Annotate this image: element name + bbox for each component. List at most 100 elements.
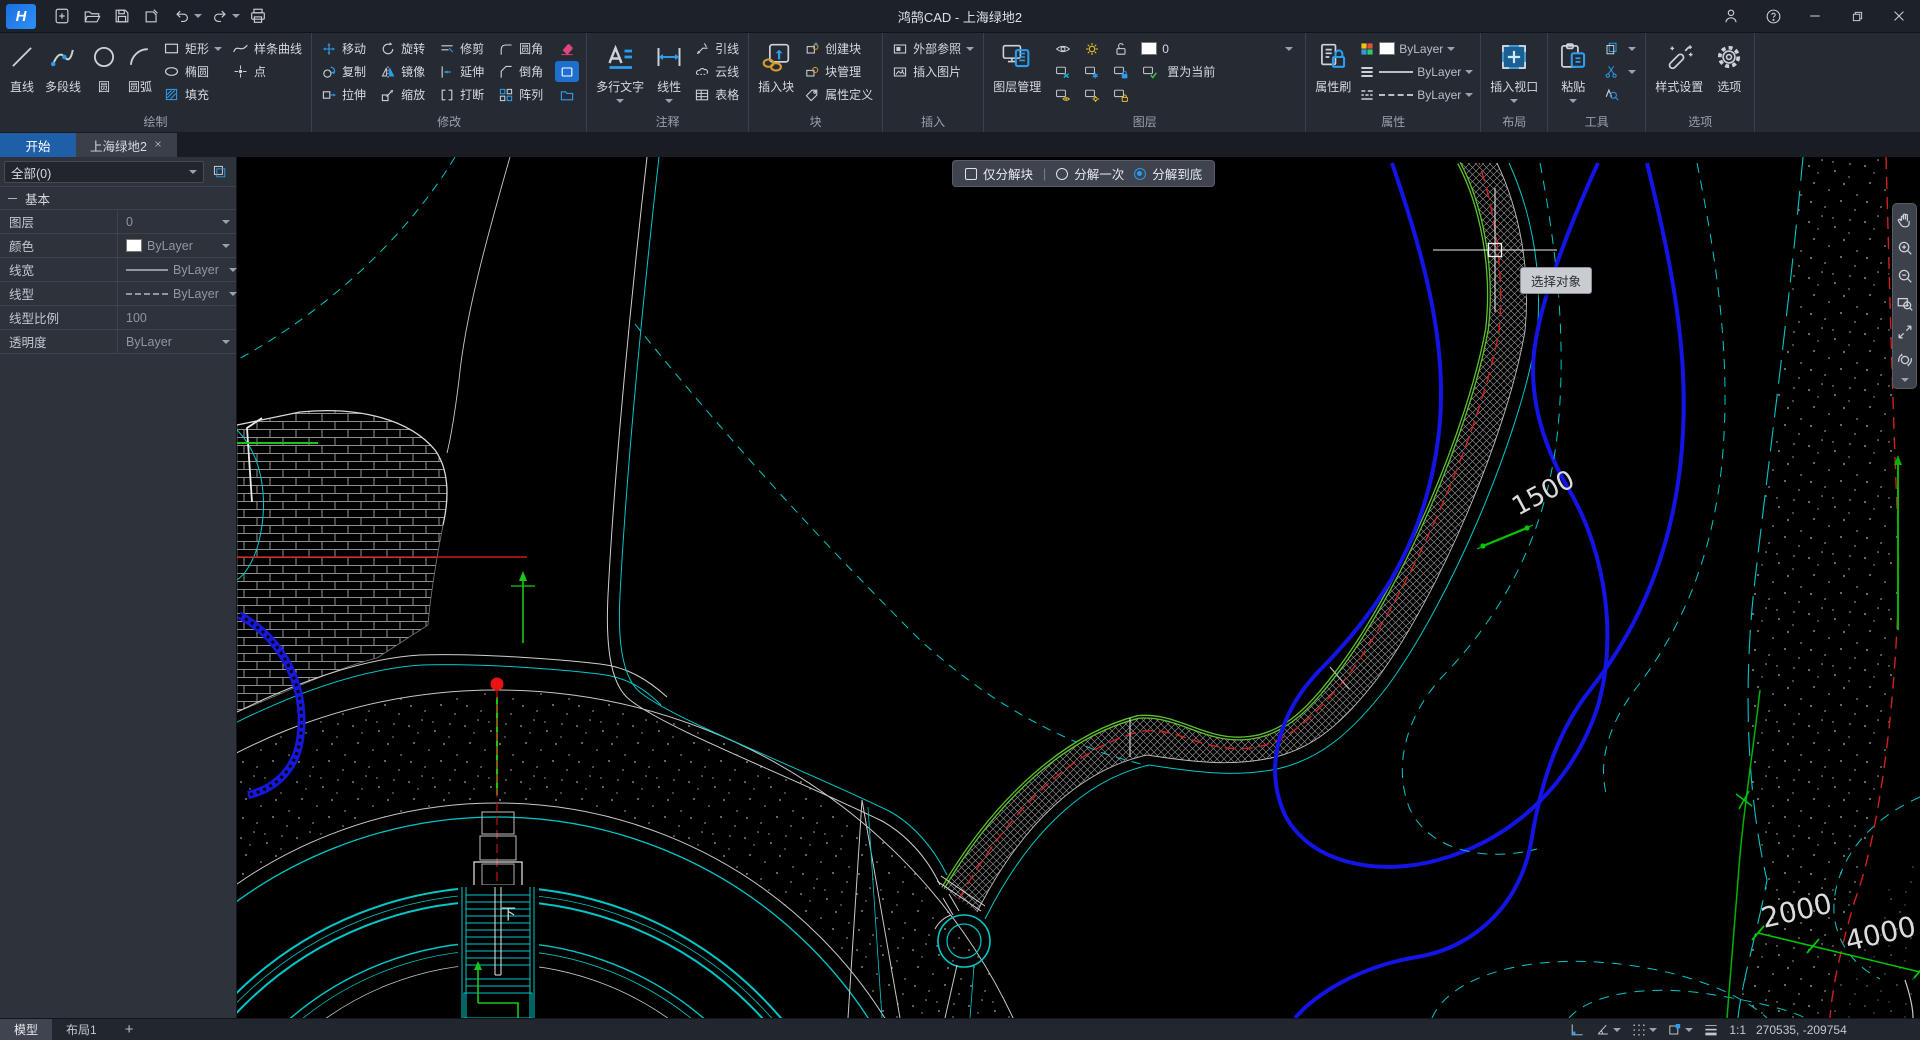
orbit-button[interactable] — [1895, 350, 1914, 369]
lineweight-toggle[interactable] — [1703, 1022, 1719, 1038]
chamfer-button[interactable]: 倒角 — [496, 61, 545, 82]
layer-manager-button[interactable]: 图层管理 — [991, 38, 1043, 116]
prop-value-linetype[interactable]: ByLayer — [118, 282, 243, 305]
viewport-caret-icon[interactable] — [1510, 99, 1518, 103]
ortho-toggle[interactable] — [1569, 1022, 1585, 1038]
revcloud-button[interactable]: 云线 — [692, 61, 741, 82]
annotation-scale[interactable]: 1:1 — [1729, 1023, 1746, 1037]
drawing-canvas[interactable]: 下 1500 2000 4000 仅分解块 | 分解一次 分解到底 选择 — [237, 157, 1920, 1018]
insert-block-button[interactable]: 插入块 — [756, 38, 796, 116]
rotate-button[interactable]: 旋转 — [378, 38, 427, 59]
explode-only-block-checkbox[interactable]: 仅分解块 — [965, 164, 1033, 183]
block-manager-button[interactable]: 块管理 — [802, 61, 875, 82]
help-button[interactable] — [1752, 0, 1794, 32]
hatch-button[interactable]: 填充 — [161, 84, 224, 105]
minimize-button[interactable] — [1794, 0, 1836, 32]
arc-button[interactable]: 圆弧 — [125, 38, 155, 116]
linear-dim-caret-icon[interactable] — [665, 99, 673, 103]
fillet-button[interactable]: 圆角 — [496, 38, 545, 59]
group-button[interactable] — [555, 84, 579, 105]
grid-snap-toggle[interactable] — [1631, 1022, 1657, 1038]
leader-button[interactable]: 引线 — [692, 38, 741, 59]
layer-brightness-button[interactable] — [1080, 38, 1104, 59]
user-account-button[interactable] — [1710, 0, 1752, 32]
layout1-tab[interactable]: 布局1 — [52, 1019, 111, 1040]
scale-button[interactable]: 缩放 — [378, 84, 427, 105]
erase-button[interactable] — [555, 38, 579, 59]
paste-button[interactable]: 粘贴 — [1555, 38, 1591, 116]
tab-drawing[interactable]: 上海绿地2 — [76, 133, 177, 157]
mtext-button[interactable]: 多行文字 — [594, 38, 646, 116]
undo-button[interactable] — [170, 4, 194, 28]
pan-button[interactable] — [1895, 210, 1914, 229]
copy-clip-caret-icon[interactable] — [1628, 47, 1636, 51]
tab-start[interactable]: 开始 — [0, 133, 76, 157]
paste-caret-icon[interactable] — [1569, 99, 1577, 103]
layer-freeze-button[interactable] — [1080, 61, 1104, 82]
prop-value-lineweight[interactable]: ByLayer — [118, 258, 243, 281]
circular-plaza[interactable] — [237, 690, 1067, 1018]
copy-clip-button[interactable] — [1599, 38, 1623, 59]
line-button[interactable]: 直线 — [7, 38, 37, 116]
prop-value-color[interactable]: ByLayer — [118, 234, 236, 257]
options-button[interactable]: 选项 — [1711, 38, 1747, 116]
zoom-window-button[interactable] — [1895, 294, 1914, 313]
new-file-button[interactable] — [50, 4, 74, 28]
lineweight-dropdown[interactable]: ByLayer — [1359, 61, 1473, 82]
layer-unlock-button[interactable] — [1109, 38, 1133, 59]
panel-settings-button[interactable] — [208, 161, 232, 183]
model-tab[interactable]: 模型 — [0, 1019, 52, 1040]
save-button[interactable] — [110, 4, 134, 28]
prop-value-transparency[interactable]: ByLayer — [118, 330, 236, 353]
prop-value-layer[interactable]: 0 — [118, 210, 236, 233]
insert-image-button[interactable]: 插入图片 — [890, 61, 976, 82]
zoom-extents-button[interactable] — [1895, 322, 1914, 341]
cut-clip-caret-icon[interactable] — [1628, 70, 1636, 74]
ellipse-button[interactable]: 椭圆 — [161, 61, 224, 82]
water-curves[interactable] — [1275, 163, 1684, 1018]
print-button[interactable] — [246, 4, 270, 28]
cut-clip-button[interactable] — [1599, 61, 1623, 82]
xref-button[interactable]: 外部参照 — [890, 38, 976, 59]
move-button[interactable]: 移动 — [319, 38, 368, 59]
redo-button[interactable] — [208, 4, 232, 28]
mirror-button[interactable]: 镜像 — [378, 61, 427, 82]
close-button[interactable] — [1878, 0, 1920, 32]
linear-dim-button[interactable]: 线性 — [652, 38, 686, 116]
layer-walk-button[interactable] — [1051, 84, 1075, 105]
match-properties-button[interactable]: 属性刷 — [1313, 38, 1353, 116]
app-logo-icon[interactable]: H — [6, 4, 36, 29]
attribute-define-button[interactable]: 属性定义 — [802, 84, 875, 105]
tab-close-icon[interactable] — [153, 138, 163, 152]
undo-dropdown-caret-icon[interactable] — [194, 14, 202, 18]
layer-isolate-button[interactable] — [1080, 84, 1104, 105]
explode-deep-radio[interactable]: 分解到底 — [1134, 164, 1202, 183]
find-button[interactable] — [1599, 84, 1623, 105]
extend-button[interactable]: 延伸 — [437, 61, 486, 82]
trim-button[interactable]: 修剪 — [437, 38, 486, 59]
layer-select-dropdown[interactable]: 0 — [1138, 38, 1296, 59]
layer-visibility-button[interactable] — [1051, 38, 1075, 59]
array-button[interactable]: 阵列 — [496, 84, 545, 105]
prop-value-ltscale[interactable]: 100 — [118, 306, 236, 329]
section-basic[interactable]: 基本 — [0, 186, 236, 210]
save-as-button[interactable] — [140, 4, 164, 28]
road-band[interactable] — [937, 163, 1539, 919]
object-color-dropdown[interactable]: ByLayer — [1359, 38, 1473, 59]
contour-dashed-center[interactable] — [635, 324, 1148, 766]
polyline-button[interactable]: 多段线 — [43, 38, 83, 116]
selection-mode-button[interactable] — [555, 61, 579, 82]
create-block-button[interactable]: 创建块 — [802, 38, 875, 59]
rectangle-caret-icon[interactable] — [214, 47, 222, 51]
maximize-button[interactable] — [1836, 0, 1878, 32]
explode-once-radio[interactable]: 分解一次 — [1056, 164, 1124, 183]
dimension-1500[interactable] — [1477, 525, 1533, 549]
layer-off-button[interactable] — [1051, 61, 1075, 82]
layer-lock-fade-button[interactable] — [1109, 84, 1133, 105]
layer-lock-button[interactable] — [1109, 61, 1133, 82]
layer-make-current-icon-button[interactable] — [1138, 61, 1162, 82]
mtext-caret-icon[interactable] — [616, 99, 624, 103]
brick-hatch-area[interactable] — [237, 411, 447, 712]
insert-viewport-button[interactable]: 插入视口 — [1488, 38, 1540, 116]
table-button[interactable]: 表格 — [692, 84, 741, 105]
